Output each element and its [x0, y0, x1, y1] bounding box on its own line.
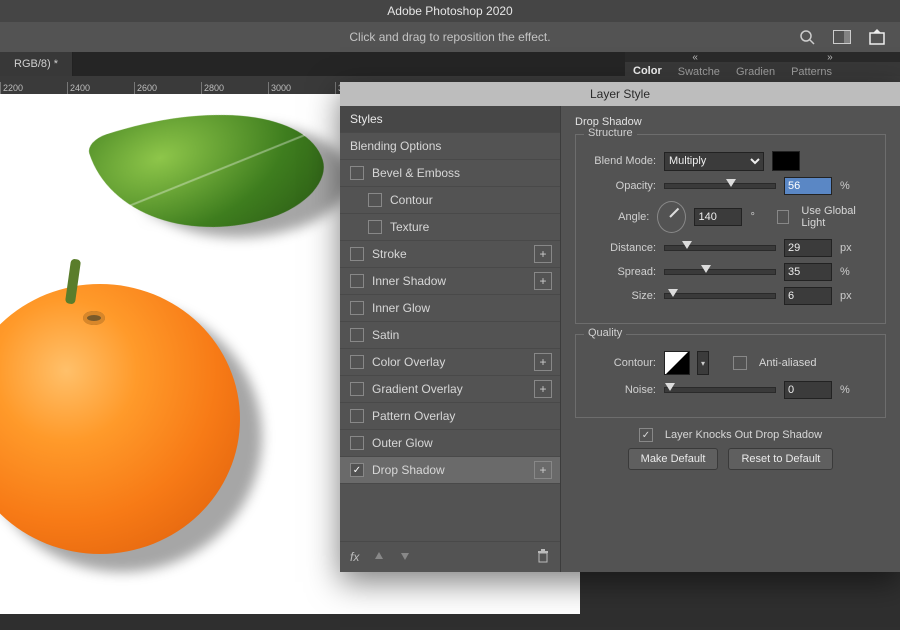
app-title-bar: Adobe Photoshop 2020: [0, 0, 900, 22]
distance-unit: px: [840, 242, 860, 254]
angle-dial[interactable]: [657, 201, 686, 233]
checkbox-inner-shadow[interactable]: [350, 274, 364, 288]
opacity-label: Opacity:: [586, 180, 656, 192]
size-slider[interactable]: [664, 293, 776, 299]
make-default-button[interactable]: Make Default: [628, 448, 719, 470]
checkbox-color-overlay[interactable]: [350, 355, 364, 369]
style-drop-shadow[interactable]: Drop Shadow+: [340, 457, 560, 484]
blend-mode-label: Blend Mode:: [586, 155, 656, 167]
checkbox-stroke[interactable]: [350, 247, 364, 261]
angle-input[interactable]: [694, 208, 742, 226]
style-color-overlay[interactable]: Color Overlay+: [340, 349, 560, 376]
noise-slider[interactable]: [664, 387, 776, 393]
styles-header[interactable]: Styles: [340, 106, 560, 133]
distance-label: Distance:: [586, 242, 656, 254]
spread-slider[interactable]: [664, 269, 776, 275]
styles-column: Styles Blending Options Bevel & Emboss C…: [340, 106, 561, 572]
canvas-orange-shape: [0, 284, 240, 554]
noise-input[interactable]: [784, 381, 832, 399]
style-inner-shadow[interactable]: Inner Shadow+: [340, 268, 560, 295]
style-pattern-overlay[interactable]: Pattern Overlay: [340, 403, 560, 430]
document-tab[interactable]: RGB/8) *: [0, 52, 73, 76]
knockout-checkbox[interactable]: [639, 428, 653, 442]
style-outer-glow[interactable]: Outer Glow: [340, 430, 560, 457]
checkbox-bevel[interactable]: [350, 166, 364, 180]
angle-unit: °: [750, 211, 768, 223]
ruler-tick: 3000: [268, 82, 335, 94]
add-inner-shadow-icon[interactable]: +: [534, 272, 552, 290]
checkbox-satin[interactable]: [350, 328, 364, 342]
size-input[interactable]: [784, 287, 832, 305]
checkbox-pattern-overlay[interactable]: [350, 409, 364, 423]
add-color-overlay-icon[interactable]: +: [534, 353, 552, 371]
style-texture[interactable]: Texture: [340, 214, 560, 241]
checkbox-contour[interactable]: [368, 193, 382, 207]
app-title: Adobe Photoshop 2020: [387, 4, 512, 18]
use-global-light-checkbox[interactable]: [777, 210, 790, 224]
search-icon[interactable]: [799, 29, 815, 45]
style-stroke[interactable]: Stroke+: [340, 241, 560, 268]
spread-label: Spread:: [586, 266, 656, 278]
checkbox-gradient-overlay[interactable]: [350, 382, 364, 396]
ruler-tick: 2200: [0, 82, 67, 94]
style-inner-glow[interactable]: Inner Glow: [340, 295, 560, 322]
share-icon[interactable]: [869, 29, 885, 45]
checkbox-outer-glow[interactable]: [350, 436, 364, 450]
style-bevel-emboss[interactable]: Bevel & Emboss: [340, 160, 560, 187]
move-up-icon[interactable]: [373, 550, 385, 565]
angle-label: Angle:: [586, 211, 649, 223]
add-stroke-icon[interactable]: +: [534, 245, 552, 263]
opacity-unit: %: [840, 180, 860, 192]
quality-label: Quality: [584, 327, 626, 339]
dialog-title[interactable]: Layer Style: [340, 82, 900, 106]
use-global-light-label: Use Global Light: [801, 205, 875, 229]
blend-mode-select[interactable]: Multiply: [664, 152, 764, 171]
add-gradient-overlay-icon[interactable]: +: [534, 380, 552, 398]
style-blending-options[interactable]: Blending Options: [340, 133, 560, 160]
noise-unit: %: [840, 384, 860, 396]
shadow-color-swatch[interactable]: [772, 151, 800, 171]
ruler-tick: 2800: [201, 82, 268, 94]
spread-input[interactable]: [784, 263, 832, 281]
style-gradient-overlay[interactable]: Gradient Overlay+: [340, 376, 560, 403]
layer-style-dialog[interactable]: Layer Style Styles Blending Options Beve…: [340, 82, 900, 572]
quality-group: Quality Contour: ▾ Anti-aliased Noise: %: [575, 334, 886, 418]
size-label: Size:: [586, 290, 656, 302]
size-unit: px: [840, 290, 860, 302]
move-down-icon[interactable]: [399, 550, 411, 565]
document-tab-label: RGB/8) *: [14, 58, 58, 70]
structure-group: Structure Blend Mode: Multiply Opacity: …: [575, 134, 886, 324]
opacity-input[interactable]: [784, 177, 832, 195]
opacity-slider[interactable]: [664, 183, 776, 189]
contour-picker[interactable]: [664, 351, 690, 375]
distance-input[interactable]: [784, 239, 832, 257]
ruler-tick: 2600: [134, 82, 201, 94]
reset-default-button[interactable]: Reset to Default: [728, 448, 833, 470]
style-contour[interactable]: Contour: [340, 187, 560, 214]
workspace-icon[interactable]: [833, 30, 851, 44]
canvas-leaf-shape: [85, 73, 334, 265]
fx-label[interactable]: fx: [350, 550, 359, 564]
checkbox-inner-glow[interactable]: [350, 301, 364, 315]
style-satin[interactable]: Satin: [340, 322, 560, 349]
anti-aliased-label: Anti-aliased: [759, 357, 816, 369]
parameters-column: Drop Shadow Structure Blend Mode: Multip…: [561, 106, 900, 572]
contour-label: Contour:: [586, 357, 656, 369]
checkbox-texture[interactable]: [368, 220, 382, 234]
hint-bar: Click and drag to reposition the effect.: [0, 22, 900, 52]
contour-dropdown-icon[interactable]: ▾: [697, 351, 709, 375]
hint-text: Click and drag to reposition the effect.: [349, 30, 550, 44]
structure-label: Structure: [584, 127, 637, 139]
checkbox-drop-shadow[interactable]: [350, 463, 364, 477]
knockout-label: Layer Knocks Out Drop Shadow: [665, 429, 822, 441]
ruler-tick: 2400: [67, 82, 134, 94]
anti-aliased-checkbox[interactable]: [733, 356, 747, 370]
noise-label: Noise:: [586, 384, 656, 396]
spread-unit: %: [840, 266, 860, 278]
styles-footer: fx: [340, 541, 560, 572]
add-drop-shadow-icon[interactable]: +: [534, 461, 552, 479]
distance-slider[interactable]: [664, 245, 776, 251]
trash-icon[interactable]: [536, 549, 550, 566]
